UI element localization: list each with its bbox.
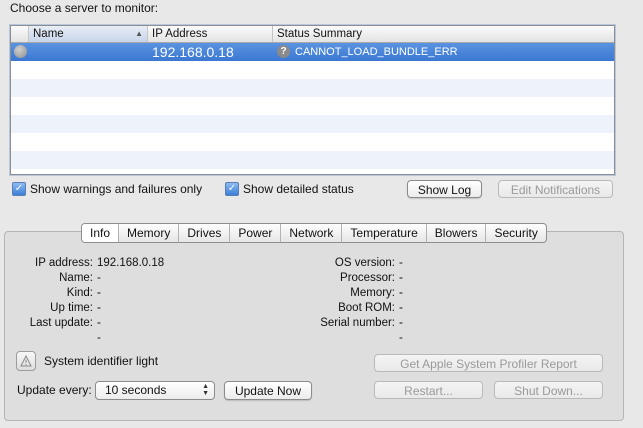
row-ip: 192.168.0.18	[152, 44, 234, 60]
detailed-status-checkbox[interactable]: ✓ Show detailed status	[225, 181, 354, 197]
choose-server-label: Choose a server to monitor:	[10, 1, 159, 15]
warnings-only-checkbox[interactable]: ✓ Show warnings and failures only	[12, 181, 202, 197]
empty-row	[11, 97, 614, 115]
shut-down-button[interactable]: Shut Down...	[494, 381, 603, 399]
column-header-status-indicator[interactable]	[11, 26, 29, 42]
column-header-name[interactable]: Name ▲	[29, 26, 148, 42]
update-interval-select[interactable]: 10 seconds ▲ ▼	[95, 381, 215, 400]
server-table[interactable]: Name ▲ IP Address Status Summary 192.168…	[10, 25, 615, 175]
show-log-button[interactable]: Show Log	[407, 180, 482, 198]
empty-row	[11, 133, 614, 151]
question-mark-icon: ?	[277, 45, 290, 58]
tab-drives[interactable]: Drives	[179, 224, 231, 242]
empty-row	[11, 151, 614, 169]
gray-dot-icon	[14, 45, 27, 58]
restart-button[interactable]: Restart...	[374, 381, 483, 399]
tab-security[interactable]: Security	[486, 224, 545, 242]
table-header: Name ▲ IP Address Status Summary	[11, 26, 614, 43]
update-every-label: Update every:	[17, 383, 92, 397]
tab-temperature[interactable]: Temperature	[342, 224, 427, 242]
checkmark-icon: ✓	[225, 181, 239, 196]
select-arrows-icon: ▲ ▼	[202, 383, 209, 397]
tab-network[interactable]: Network	[281, 224, 343, 242]
system-light-button[interactable]	[16, 351, 36, 371]
warning-triangle-icon	[20, 355, 32, 367]
update-now-button[interactable]: Update Now	[224, 381, 312, 400]
empty-row	[11, 61, 614, 79]
system-light-label: System identifier light	[44, 354, 159, 368]
tab-memory[interactable]: Memory	[119, 224, 180, 242]
edit-notifications-button[interactable]: Edit Notifications	[498, 180, 613, 198]
empty-row	[11, 115, 614, 133]
table-row[interactable]: 192.168.0.18 ? CANNOT_LOAD_BUNDLE_ERR	[11, 43, 614, 61]
column-header-ip[interactable]: IP Address	[148, 26, 273, 42]
column-header-status[interactable]: Status Summary	[273, 26, 614, 42]
sort-ascending-icon: ▲	[135, 29, 143, 38]
tab-info[interactable]: Info	[82, 224, 120, 242]
empty-row	[11, 79, 614, 97]
tab-blowers[interactable]: Blowers	[427, 224, 487, 242]
row-status: CANNOT_LOAD_BUNDLE_ERR	[295, 46, 458, 58]
tab-bar: Info Memory Drives Power Network Tempera…	[81, 223, 547, 243]
checkmark-icon: ✓	[12, 181, 26, 196]
profiler-report-button[interactable]: Get Apple System Profiler Report	[374, 354, 603, 372]
tab-power[interactable]: Power	[230, 224, 282, 242]
